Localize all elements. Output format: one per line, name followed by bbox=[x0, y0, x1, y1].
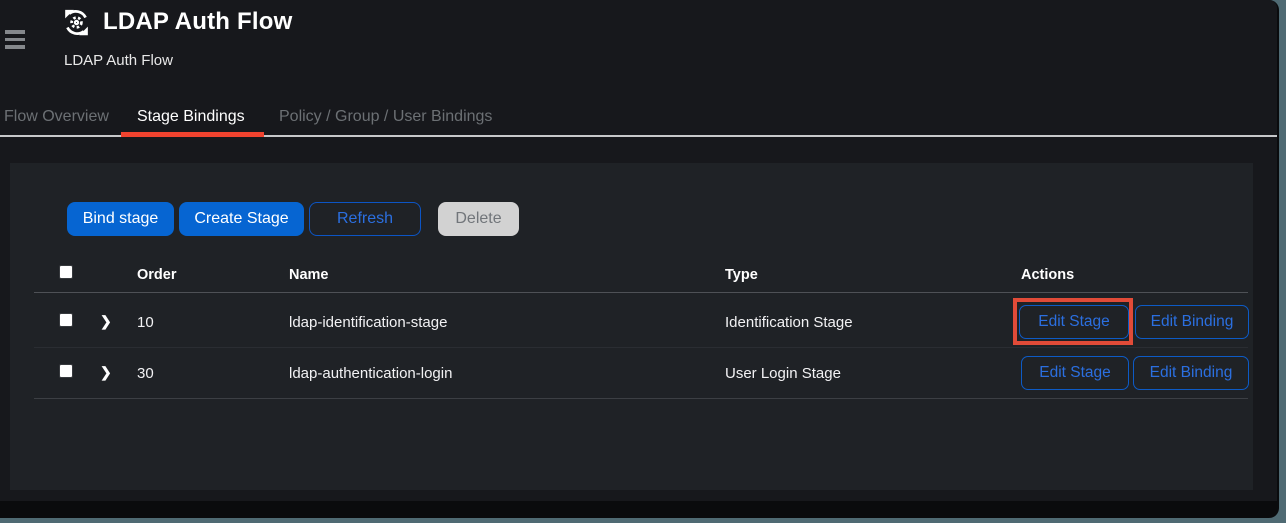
type-cell: User Login Stage bbox=[725, 365, 841, 382]
create-stage-button[interactable]: Create Stage bbox=[179, 202, 304, 236]
active-tab-underline bbox=[121, 132, 264, 137]
app-window: LDAP Auth Flow LDAP Auth Flow Flow Overv… bbox=[0, 0, 1279, 518]
bind-stage-button[interactable]: Bind stage bbox=[67, 202, 174, 236]
flow-process-icon bbox=[62, 8, 91, 42]
column-header-name: Name bbox=[289, 267, 329, 283]
name-cell: ldap-authentication-login bbox=[289, 365, 452, 382]
edit-stage-button[interactable]: Edit Stage bbox=[1019, 305, 1129, 339]
page-subtitle: LDAP Auth Flow bbox=[64, 52, 173, 69]
order-cell: 30 bbox=[137, 365, 154, 382]
chevron-right-icon[interactable]: ❯ bbox=[100, 364, 112, 381]
column-header-actions: Actions bbox=[1021, 267, 1074, 283]
page-background: LDAP Auth Flow LDAP Auth Flow Flow Overv… bbox=[0, 0, 1277, 501]
select-all-checkbox[interactable] bbox=[59, 265, 73, 279]
table-bottom-divider bbox=[34, 398, 1248, 399]
delete-button[interactable]: Delete bbox=[438, 202, 519, 236]
refresh-button[interactable]: Refresh bbox=[309, 202, 421, 236]
tab-policy-group-user-bindings[interactable]: Policy / Group / User Bindings bbox=[279, 108, 492, 126]
menu-icon[interactable] bbox=[5, 30, 25, 49]
edit-binding-button[interactable]: Edit Binding bbox=[1133, 356, 1249, 390]
row-checkbox[interactable] bbox=[59, 364, 73, 378]
name-cell: ldap-identification-stage bbox=[289, 314, 447, 331]
order-cell: 10 bbox=[137, 314, 154, 331]
chevron-right-icon[interactable]: ❯ bbox=[100, 313, 112, 330]
page-title: LDAP Auth Flow bbox=[103, 8, 292, 36]
tab-stage-bindings[interactable]: Stage Bindings bbox=[137, 108, 245, 126]
tab-flow-overview[interactable]: Flow Overview bbox=[4, 108, 109, 126]
row-checkbox[interactable] bbox=[59, 313, 73, 327]
edit-stage-button[interactable]: Edit Stage bbox=[1021, 356, 1129, 390]
type-cell: Identification Stage bbox=[725, 314, 853, 331]
edit-binding-button[interactable]: Edit Binding bbox=[1135, 305, 1249, 339]
column-header-type: Type bbox=[725, 267, 758, 283]
column-header-order: Order bbox=[137, 267, 177, 283]
row-divider bbox=[34, 347, 1248, 348]
header-divider bbox=[34, 292, 1248, 293]
tab-bar: Flow Overview Stage Bindings Policy / Gr… bbox=[0, 100, 1277, 137]
